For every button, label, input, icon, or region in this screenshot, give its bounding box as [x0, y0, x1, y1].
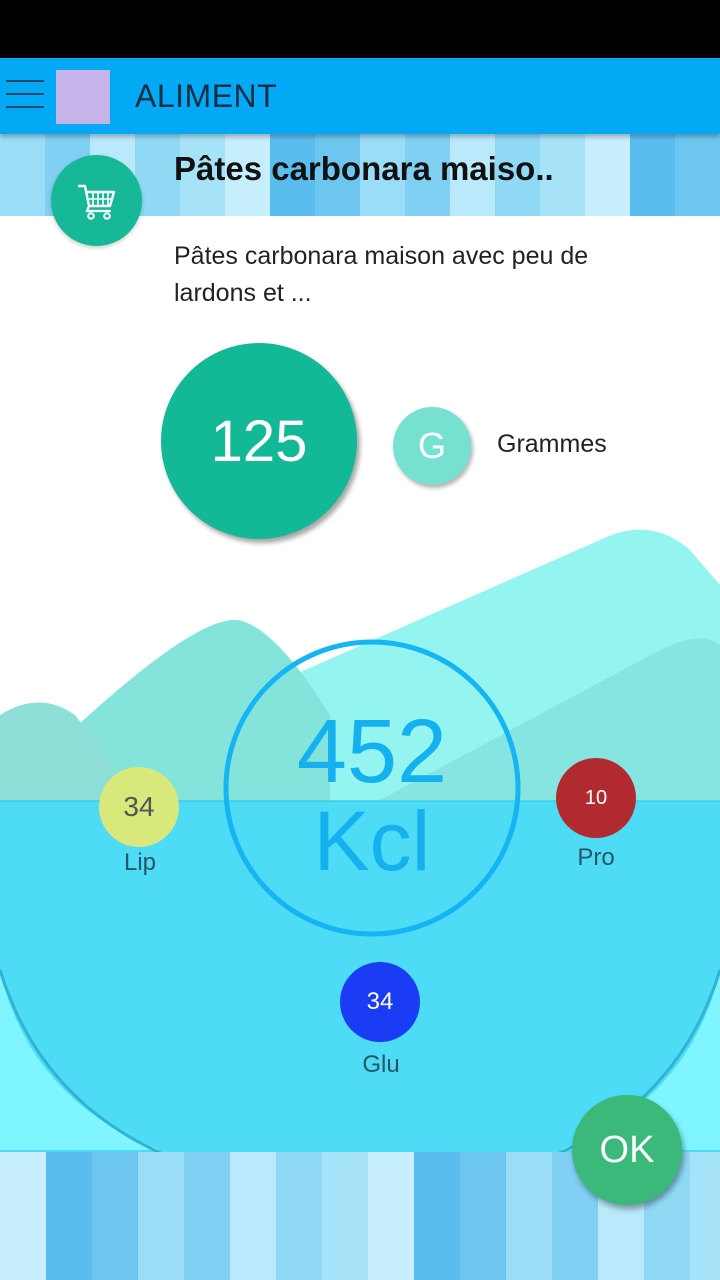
mosaic-cell	[46, 1244, 92, 1280]
mosaic-cell	[46, 1152, 92, 1198]
mosaic-cell	[585, 179, 630, 216]
mosaic-cell	[630, 134, 675, 179]
mosaic-cell	[506, 1152, 552, 1198]
mosaic-cell	[138, 1244, 184, 1280]
status-bar	[0, 0, 720, 58]
food-title: Pâtes carbonara maiso..	[174, 150, 554, 187]
mosaic-cell	[276, 1198, 322, 1244]
mosaic-cell	[230, 1152, 276, 1198]
mosaic-cell	[585, 134, 630, 179]
mosaic-cell	[414, 1152, 460, 1198]
mosaic-cell	[644, 1244, 690, 1280]
mosaic-cell	[414, 1198, 460, 1244]
mosaic-cell	[0, 1198, 46, 1244]
food-description: Pâtes carbonara maison avec peu de lardo…	[174, 242, 589, 307]
protein-value: 10	[584, 786, 608, 809]
mosaic-cell	[184, 1152, 230, 1198]
hamburger-menu-icon[interactable]	[6, 80, 44, 114]
mosaic-cell	[92, 1152, 138, 1198]
mosaic-cell	[675, 179, 720, 216]
glucid-badge[interactable]: 34	[340, 962, 420, 1042]
cart-button[interactable]	[51, 155, 142, 246]
mosaic-cell	[460, 1244, 506, 1280]
mosaic-cell	[460, 1198, 506, 1244]
energy-value: 452	[296, 702, 448, 802]
ok-button[interactable]: OK	[572, 1095, 682, 1205]
mosaic-cell	[675, 134, 720, 179]
energy-unit: Kcl	[313, 794, 431, 888]
lipid-value: 34	[123, 791, 155, 822]
mosaic-cell	[230, 1244, 276, 1280]
mosaic-cell	[414, 1244, 460, 1280]
mosaic-cell	[368, 1152, 414, 1198]
mosaic-cell	[92, 1244, 138, 1280]
shopping-cart-icon	[77, 184, 115, 220]
mosaic-cell	[552, 1198, 598, 1244]
mosaic-cell	[506, 1244, 552, 1280]
mosaic-cell	[138, 1198, 184, 1244]
mosaic-cell	[276, 1244, 322, 1280]
mosaic-cell	[46, 1198, 92, 1244]
unit-button[interactable]: G	[393, 407, 471, 485]
mosaic-cell	[184, 1198, 230, 1244]
glucid-value: 34	[366, 988, 394, 1015]
mosaic-cell	[230, 1198, 276, 1244]
avatar[interactable]	[56, 70, 110, 124]
mosaic-cell	[0, 1244, 46, 1280]
mosaic-cell	[598, 1244, 644, 1280]
mosaic-cell	[644, 1198, 690, 1244]
mosaic-cell	[690, 1244, 720, 1280]
mosaic-cell	[92, 1198, 138, 1244]
mosaic-cell	[552, 1244, 598, 1280]
mosaic-cell	[506, 1198, 552, 1244]
mosaic-cell	[138, 1152, 184, 1198]
mosaic-cell	[690, 1152, 720, 1198]
mosaic-cell	[598, 1198, 644, 1244]
app-title: ALIMENT	[135, 78, 278, 114]
lipid-badge[interactable]: 34	[99, 767, 179, 847]
mosaic-cell	[0, 134, 45, 179]
mosaic-cell	[0, 1152, 46, 1198]
unit-label: Grammes	[497, 430, 607, 458]
protein-badge[interactable]: 10	[556, 758, 636, 838]
mosaic-cell	[322, 1198, 368, 1244]
mosaic-cell	[184, 1244, 230, 1280]
mosaic-cell	[0, 179, 45, 216]
mosaic-cell	[630, 179, 675, 216]
mosaic-cell	[368, 1244, 414, 1280]
glucid-label: Glu	[362, 1051, 400, 1078]
mosaic-cell	[322, 1152, 368, 1198]
mosaic-cell	[276, 1152, 322, 1198]
energy-display: 452 Kcl	[224, 706, 520, 884]
lipid-label: Lip	[123, 849, 157, 876]
mosaic-cell	[460, 1152, 506, 1198]
mosaic-cell	[368, 1198, 414, 1244]
mosaic-cell	[690, 1198, 720, 1244]
mosaic-cell	[322, 1244, 368, 1280]
protein-label: Pro	[577, 844, 615, 871]
app-bar: ALIMENT	[0, 58, 720, 134]
